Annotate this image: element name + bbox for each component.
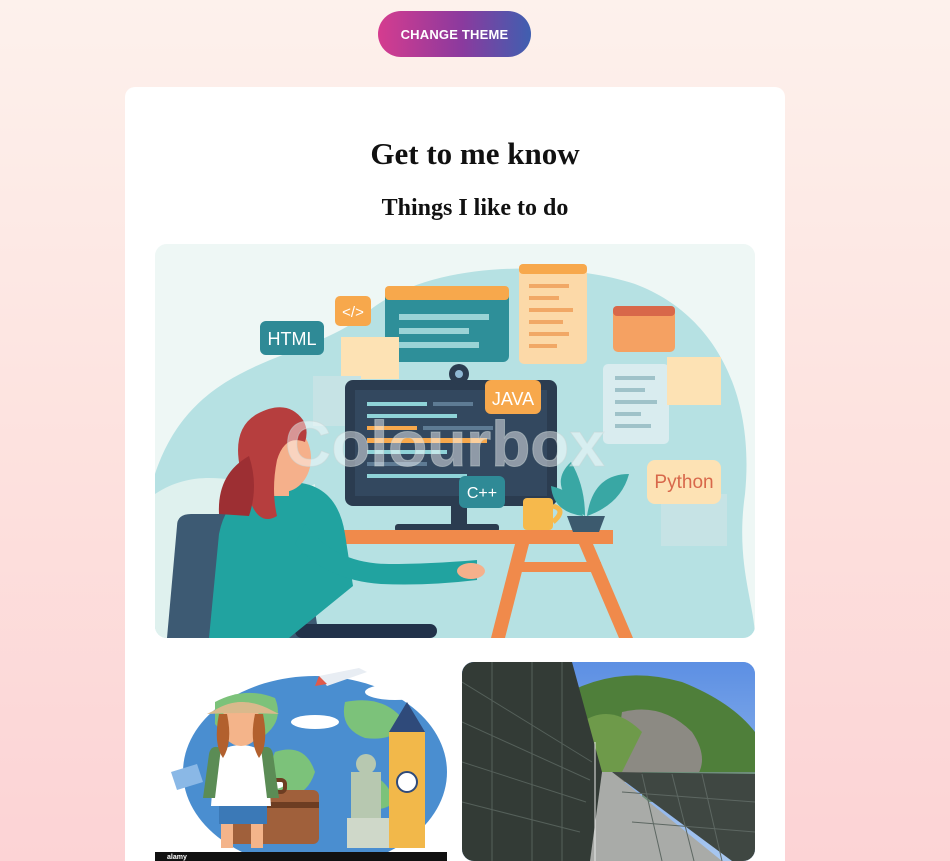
- code-tag: </>: [342, 304, 364, 321]
- python-tag: Python: [654, 472, 713, 493]
- change-theme-button[interactable]: CHANGE THEME: [378, 11, 531, 57]
- section-subtitle: Things I like to do: [381, 195, 569, 221]
- bridge-photo-image: [462, 662, 755, 861]
- colourbox-watermark: Colourbox: [285, 408, 605, 480]
- cpp-tag: C++: [467, 485, 497, 502]
- page-title: Get to me know: [370, 136, 580, 171]
- html-tag: HTML: [268, 329, 317, 349]
- coding-illustration-image: HTML </> JAVA C++ Python Colourbox: [155, 244, 755, 638]
- travel-illustration-image: alamy: [155, 662, 447, 861]
- alamy-watermark: alamy: [167, 854, 187, 861]
- java-tag: JAVA: [492, 389, 534, 409]
